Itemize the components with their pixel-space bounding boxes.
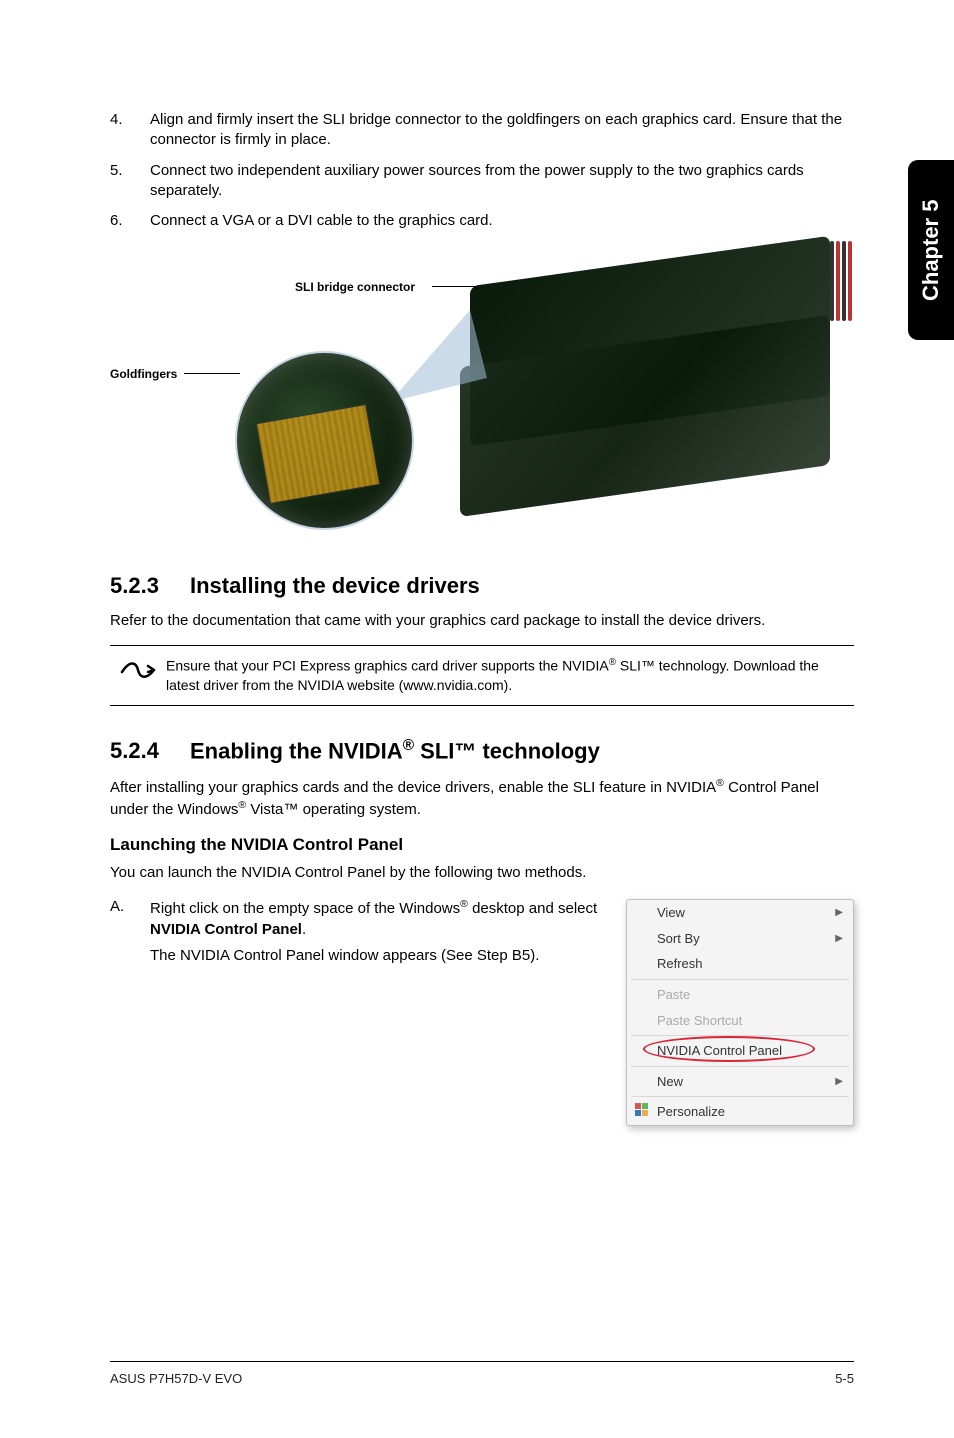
menu-item-label: Sort By <box>657 930 700 948</box>
method-a-row: A. Right click on the empty space of the… <box>110 897 854 1125</box>
step-item: 6. Connect a VGA or a DVI cable to the g… <box>110 211 854 231</box>
menu-item-sort-by[interactable]: Sort By ▶ <box>627 926 853 952</box>
note-text: Ensure that your PCI Express graphics ca… <box>166 656 854 694</box>
submenu-arrow-icon: ▶ <box>835 1075 843 1089</box>
menu-item-personalize[interactable]: Personalize <box>627 1099 853 1125</box>
note-icon <box>110 656 166 686</box>
subsection-heading: Launching the NVIDIA Control Panel <box>110 834 854 857</box>
text-part: . <box>302 921 306 938</box>
menu-item-label: Personalize <box>657 1103 725 1121</box>
menu-item-label: NVIDIA Control Panel <box>657 1042 782 1060</box>
goldfingers-inset-circle <box>235 351 414 530</box>
menu-item-new[interactable]: New ▶ <box>627 1069 853 1095</box>
step-list: 4. Align and firmly insert the SLI bridg… <box>110 110 854 231</box>
registered-mark: ® <box>716 777 724 789</box>
page-content: 4. Align and firmly insert the SLI bridg… <box>0 0 954 1126</box>
section-title: Installing the device drivers <box>190 573 480 598</box>
step-text: Connect two independent auxiliary power … <box>150 161 854 202</box>
submenu-arrow-icon: ▶ <box>835 932 843 946</box>
body-text-part: Vista™ operating system. <box>246 801 421 818</box>
section-number: 5.2.3 <box>110 571 190 601</box>
footer-product: ASUS P7H57D-V EVO <box>110 1370 242 1388</box>
note-block: Ensure that your PCI Express graphics ca… <box>110 645 854 705</box>
note-text-part: Ensure that your PCI Express graphics ca… <box>166 658 609 674</box>
method-line-1: Right click on the empty space of the Wi… <box>150 897 606 940</box>
method-line-2: The NVIDIA Control Panel window appears … <box>150 946 606 966</box>
bold-text: NVIDIA Control Panel <box>150 921 302 938</box>
submenu-arrow-icon: ▶ <box>835 906 843 920</box>
power-cables-illustration <box>830 241 834 321</box>
subsection-intro: You can launch the NVIDIA Control Panel … <box>110 863 854 883</box>
step-number: 4. <box>110 110 150 151</box>
page-footer: ASUS P7H57D-V EVO 5-5 <box>110 1361 854 1388</box>
menu-item-label: Paste <box>657 986 690 1004</box>
section-body: After installing your graphics cards and… <box>110 776 854 821</box>
text-part: desktop and select <box>468 900 597 917</box>
menu-item-refresh[interactable]: Refresh <box>627 951 853 977</box>
menu-item-view[interactable]: View ▶ <box>627 900 853 926</box>
menu-item-nvidia-control-panel[interactable]: NVIDIA Control Panel <box>627 1038 853 1064</box>
menu-item-paste: Paste <box>627 982 853 1008</box>
menu-item-paste-shortcut: Paste Shortcut <box>627 1008 853 1034</box>
menu-separator <box>631 1066 849 1067</box>
menu-item-label: Refresh <box>657 955 703 973</box>
goldfingers-leader-line <box>184 373 240 374</box>
registered-mark: ® <box>460 898 468 910</box>
step-number: 5. <box>110 161 150 202</box>
menu-separator <box>631 1096 849 1097</box>
registered-mark: ® <box>238 799 246 811</box>
menu-item-label: Paste Shortcut <box>657 1012 742 1030</box>
section-heading-524: 5.2.4Enabling the NVIDIA® SLI™ technolog… <box>110 736 854 766</box>
footer-page-number: 5-5 <box>835 1370 854 1388</box>
sli-figure: SLI bridge connector Goldfingers <box>110 251 854 531</box>
sli-bridge-label: SLI bridge connector <box>295 279 415 295</box>
section-body: Refer to the documentation that came wit… <box>110 611 854 631</box>
method-a-text: A. Right click on the empty space of the… <box>110 897 606 966</box>
menu-item-label: New <box>657 1073 683 1091</box>
section-heading-523: 5.2.3Installing the device drivers <box>110 571 854 601</box>
step-item: 4. Align and firmly insert the SLI bridg… <box>110 110 854 151</box>
text-part: Right click on the empty space of the Wi… <box>150 900 460 917</box>
registered-mark: ® <box>609 657 616 668</box>
menu-separator <box>631 979 849 980</box>
registered-mark: ® <box>403 737 414 754</box>
section-title-part: Enabling the NVIDIA <box>190 738 403 763</box>
body-text-part: After installing your graphics cards and… <box>110 779 716 796</box>
menu-item-label: View <box>657 904 685 922</box>
context-menu: View ▶ Sort By ▶ Refresh Paste Paste Sho… <box>626 899 854 1125</box>
method-marker: A. <box>110 897 150 966</box>
section-title-part: SLI™ technology <box>414 738 600 763</box>
personalize-icon <box>635 1103 649 1117</box>
menu-separator <box>631 1035 849 1036</box>
goldfingers-label: Goldfingers <box>110 366 177 382</box>
step-number: 6. <box>110 211 150 231</box>
step-text: Connect a VGA or a DVI cable to the grap… <box>150 211 493 231</box>
step-text: Align and firmly insert the SLI bridge c… <box>150 110 854 151</box>
step-item: 5. Connect two independent auxiliary pow… <box>110 161 854 202</box>
section-number: 5.2.4 <box>110 736 190 766</box>
